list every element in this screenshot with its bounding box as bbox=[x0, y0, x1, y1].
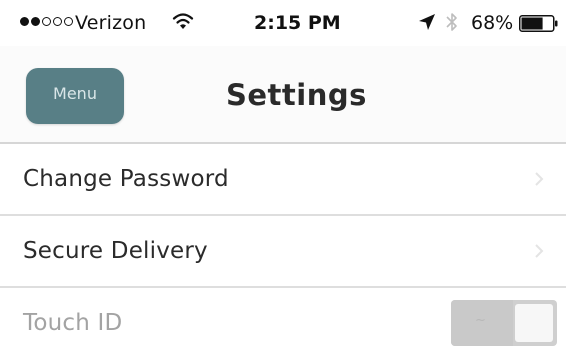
touch-id-label: Touch ID bbox=[23, 310, 123, 336]
chevron-right-icon bbox=[535, 172, 544, 186]
change-password-row[interactable]: Change Password bbox=[0, 144, 566, 214]
toggle-knob[interactable] bbox=[515, 304, 553, 342]
battery-percent: 68% bbox=[471, 12, 514, 34]
page-title: Settings bbox=[226, 78, 367, 112]
location-arrow-icon bbox=[419, 14, 435, 30]
battery-icon bbox=[519, 15, 558, 32]
chevron-right-icon bbox=[535, 244, 544, 258]
status-bar: Verizon 2:15 PM 68% bbox=[0, 0, 566, 46]
secure-delivery-row[interactable]: Secure Delivery bbox=[0, 216, 566, 286]
touch-id-row: Touch ID ~ bbox=[0, 288, 566, 358]
wifi-icon bbox=[172, 13, 194, 29]
signal-strength-icon bbox=[20, 17, 73, 26]
bluetooth-icon bbox=[446, 13, 457, 31]
secure-delivery-label: Secure Delivery bbox=[23, 238, 208, 264]
settings-screen: Verizon 2:15 PM 68% Menu Settings Change… bbox=[0, 0, 566, 358]
touch-id-toggle[interactable]: ~ bbox=[451, 300, 557, 346]
carrier-name: Verizon bbox=[75, 12, 147, 34]
toggle-indicator: ~ bbox=[475, 313, 486, 328]
navigation-bar: Menu Settings bbox=[0, 46, 566, 142]
change-password-label: Change Password bbox=[23, 166, 229, 192]
status-time: 2:15 PM bbox=[254, 12, 341, 34]
menu-button[interactable]: Menu bbox=[26, 68, 124, 124]
settings-list: Change Password Secure Delivery Touch ID… bbox=[0, 144, 566, 358]
